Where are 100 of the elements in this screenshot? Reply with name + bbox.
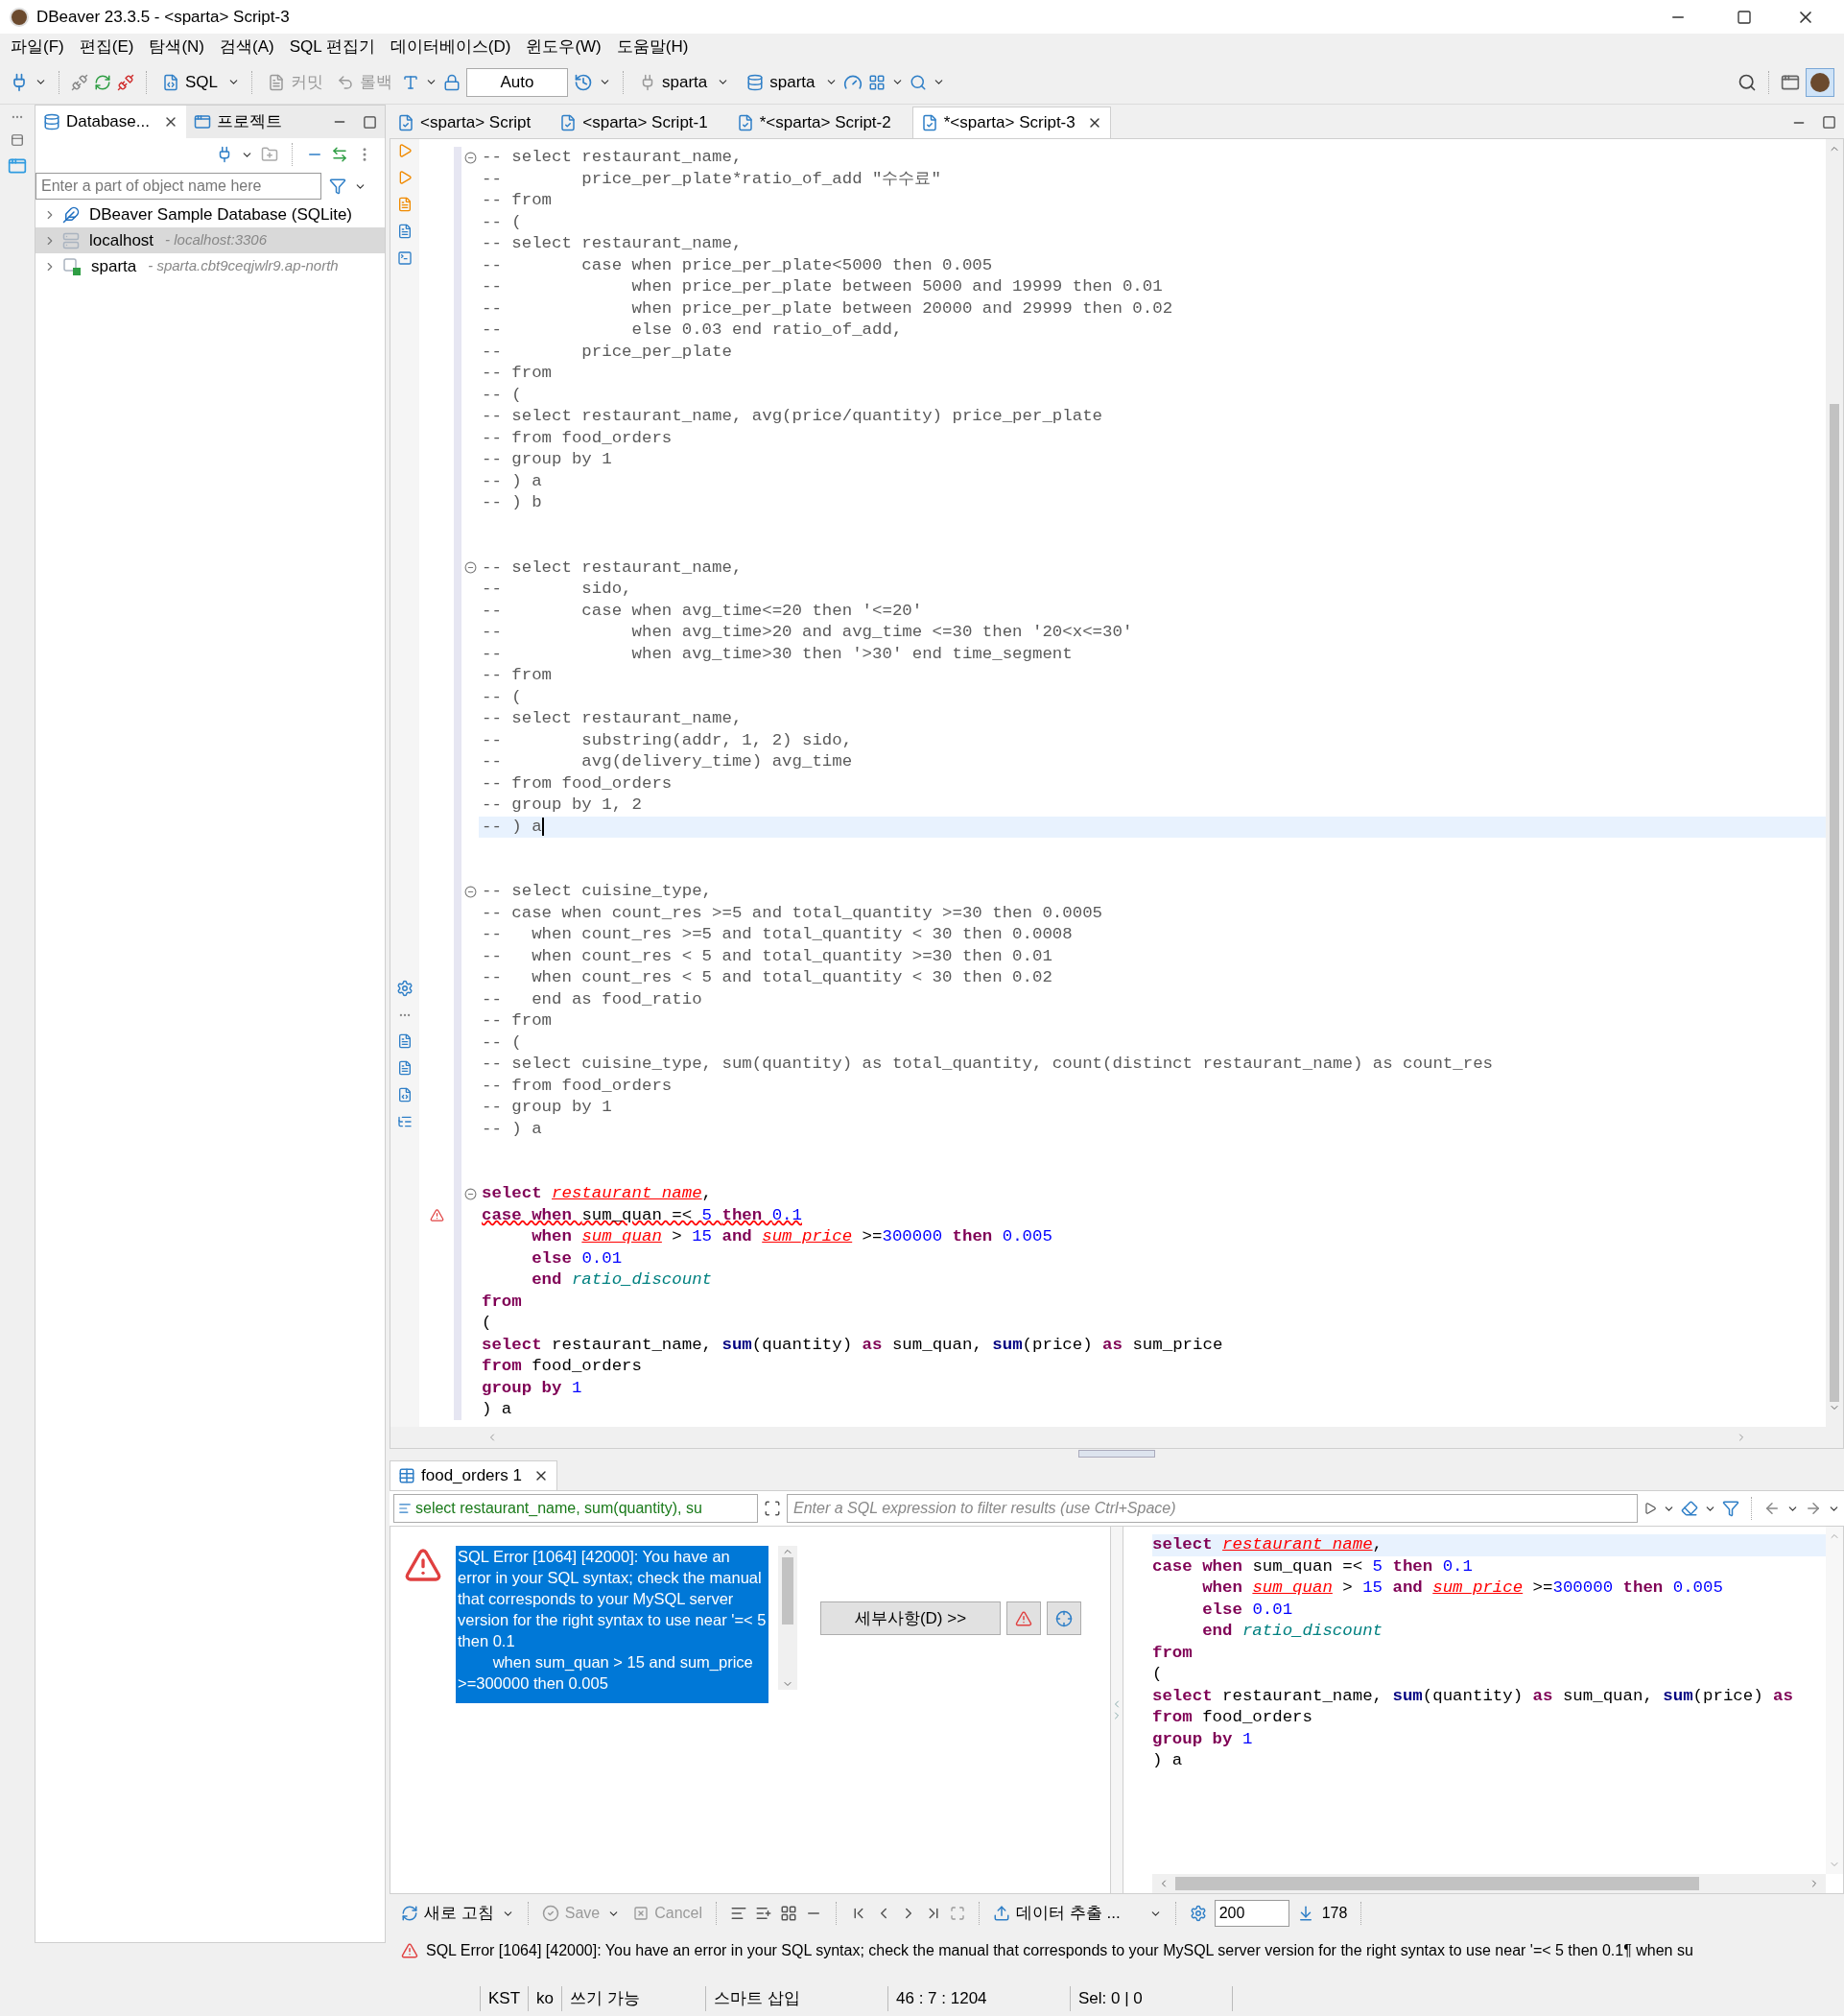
copy-row-icon[interactable]: [780, 1905, 797, 1922]
menu-item[interactable]: SQL 편집기: [284, 35, 380, 59]
menu-item[interactable]: 탐색(N): [144, 35, 209, 59]
maximize-icon[interactable]: [363, 114, 377, 130]
perspective-button[interactable]: [1806, 67, 1834, 97]
status-field: ko: [528, 1986, 562, 2011]
menu-item[interactable]: 검색(A): [215, 35, 279, 59]
expand-icon[interactable]: [764, 1500, 781, 1517]
splitter-handle[interactable]: [1078, 1450, 1155, 1458]
sql-editor[interactable]: [390, 138, 1844, 1449]
back-icon[interactable]: [1763, 1500, 1781, 1517]
horizontal-scrollbar[interactable]: [1152, 1874, 1826, 1893]
sql-button[interactable]: SQL: [158, 69, 223, 95]
scrollbar-thumb[interactable]: [1175, 1877, 1699, 1890]
code-line: -- (: [482, 1032, 522, 1054]
variables-icon[interactable]: [397, 1087, 413, 1103]
disconnect-icon[interactable]: [117, 73, 134, 91]
logo-icon: [1810, 72, 1830, 92]
unplug-icon[interactable]: [71, 73, 88, 91]
script-icon: [559, 113, 578, 131]
collapse-icon[interactable]: [463, 1187, 477, 1200]
lock-icon[interactable]: [443, 73, 461, 91]
transaction-icon[interactable]: [402, 73, 420, 91]
editor-tab[interactable]: *<sparta> Script-2: [728, 107, 899, 138]
restore-icon[interactable]: [11, 133, 24, 147]
new-folder-icon[interactable]: [261, 146, 278, 163]
add-row-icon[interactable]: [755, 1905, 772, 1922]
code-line: ) a: [482, 1399, 512, 1420]
code-line: -- group by 1: [482, 1097, 612, 1118]
error-log-button[interactable]: [1006, 1601, 1041, 1635]
menu-item[interactable]: 파일(F): [6, 35, 69, 59]
menu-item[interactable]: 도움말(H): [611, 35, 694, 59]
code-line: -- from food_orders: [482, 427, 673, 449]
scrollbar-thumb[interactable]: [1830, 404, 1839, 1402]
maximize-icon[interactable]: [1737, 9, 1752, 25]
app-logo-icon: [10, 7, 29, 27]
code-line: -- ) a: [482, 470, 542, 492]
filter-icon[interactable]: [329, 178, 346, 195]
code-line: -- (: [482, 686, 522, 708]
editor-tab[interactable]: <sparta> Script-1: [552, 107, 716, 138]
code-line: select restaurant_name,: [1152, 1534, 1383, 1555]
document-icon[interactable]: [397, 224, 413, 239]
search-icon[interactable]: [1738, 72, 1757, 92]
locate-button[interactable]: [1047, 1601, 1081, 1635]
panel-icon[interactable]: [8, 156, 27, 176]
code-line: -- select restaurant_name,: [482, 147, 743, 168]
settings-icon[interactable]: [396, 980, 414, 997]
result-filter-field[interactable]: Enter a SQL expression to filter results (use Ctrl+Space): [787, 1494, 1638, 1523]
forward-icon[interactable]: [1805, 1500, 1822, 1517]
transaction-mode-field[interactable]: Auto: [466, 67, 569, 97]
code-line: -- price_per_plate: [482, 341, 732, 363]
menu-item[interactable]: 윈도우(W): [521, 35, 606, 59]
maximize-icon[interactable]: [1822, 115, 1836, 130]
status-field: 스마트 삽입: [705, 1986, 888, 2011]
menu-item[interactable]: 데이터베이스(D): [385, 35, 516, 59]
play-icon[interactable]: [1643, 1502, 1657, 1515]
collapse-icon[interactable]: [463, 561, 477, 575]
code-line: -- case when count_res >=5 and total_quantity >=30 then 0.0005: [482, 902, 1103, 924]
object-filter-field[interactable]: Enter a part of object name here: [35, 173, 321, 200]
filter-icon[interactable]: [1722, 1500, 1739, 1517]
error-scrollbar[interactable]: [778, 1546, 797, 1690]
collapse-icon[interactable]: [463, 151, 477, 164]
code-line: -- from food_orders: [482, 772, 673, 795]
script-icon[interactable]: [397, 197, 413, 212]
outline-icon[interactable]: [397, 1114, 413, 1129]
code-line: else 0.01: [531, 1247, 623, 1269]
collapse-icon[interactable]: [463, 885, 477, 898]
panel-tab[interactable]: Database...: [35, 106, 186, 138]
export-icon[interactable]: [397, 1033, 413, 1049]
schema-selector[interactable]: sparta: [743, 69, 819, 95]
fetch-size-field[interactable]: 200: [1214, 1900, 1289, 1927]
search-icon[interactable]: [909, 73, 927, 91]
reconnect-icon[interactable]: [94, 73, 111, 91]
grid-icon[interactable]: [867, 73, 886, 91]
link-icon[interactable]: [331, 146, 348, 163]
fit-icon[interactable]: [950, 1906, 965, 1921]
history-icon[interactable]: [574, 72, 594, 92]
code-line: (: [482, 1313, 492, 1334]
edit-icon[interactable]: [730, 1905, 747, 1922]
menu-item[interactable]: 편집(E): [74, 35, 139, 59]
code-line: -- when count_res < 5 and total_quantity >=30 then 0.01: [482, 945, 1052, 967]
query-text-field[interactable]: select restaurant_name, sum(quantity), su: [393, 1494, 758, 1523]
code-line: -- ) a: [482, 1118, 542, 1140]
editor-tab[interactable]: <sparta> Script: [390, 107, 539, 138]
tree-item-label: DBeaver Sample Database (SQLite): [89, 203, 353, 225]
settings-icon[interactable]: [1189, 1905, 1207, 1922]
terminal-icon[interactable]: [397, 250, 413, 266]
details-button[interactable]: 세부사항(D) >>: [820, 1601, 1001, 1635]
refresh-button[interactable]: 새로 고침: [401, 1901, 494, 1926]
export-button[interactable]: 데이터 추출 ...: [993, 1901, 1121, 1926]
eraser-icon[interactable]: [1681, 1500, 1698, 1517]
code-line: case when sum_quan =< 5 then 0.1: [482, 1204, 802, 1226]
datasource-selector[interactable]: sparta: [635, 69, 712, 95]
results-tab[interactable]: food_orders 1: [390, 1460, 557, 1490]
code-line: select restaurant_name, sum(quantity) as sum_quan, sum(price) as: [1152, 1685, 1793, 1707]
file-icon[interactable]: [397, 1060, 413, 1076]
vertical-scrollbar[interactable]: [1826, 139, 1843, 1427]
scrollbar-thumb[interactable]: [782, 1557, 793, 1625]
editor-tab[interactable]: *<sparta> Script-3: [911, 107, 1111, 138]
tree-item[interactable]: localhost - localhost:3306: [35, 227, 385, 253]
